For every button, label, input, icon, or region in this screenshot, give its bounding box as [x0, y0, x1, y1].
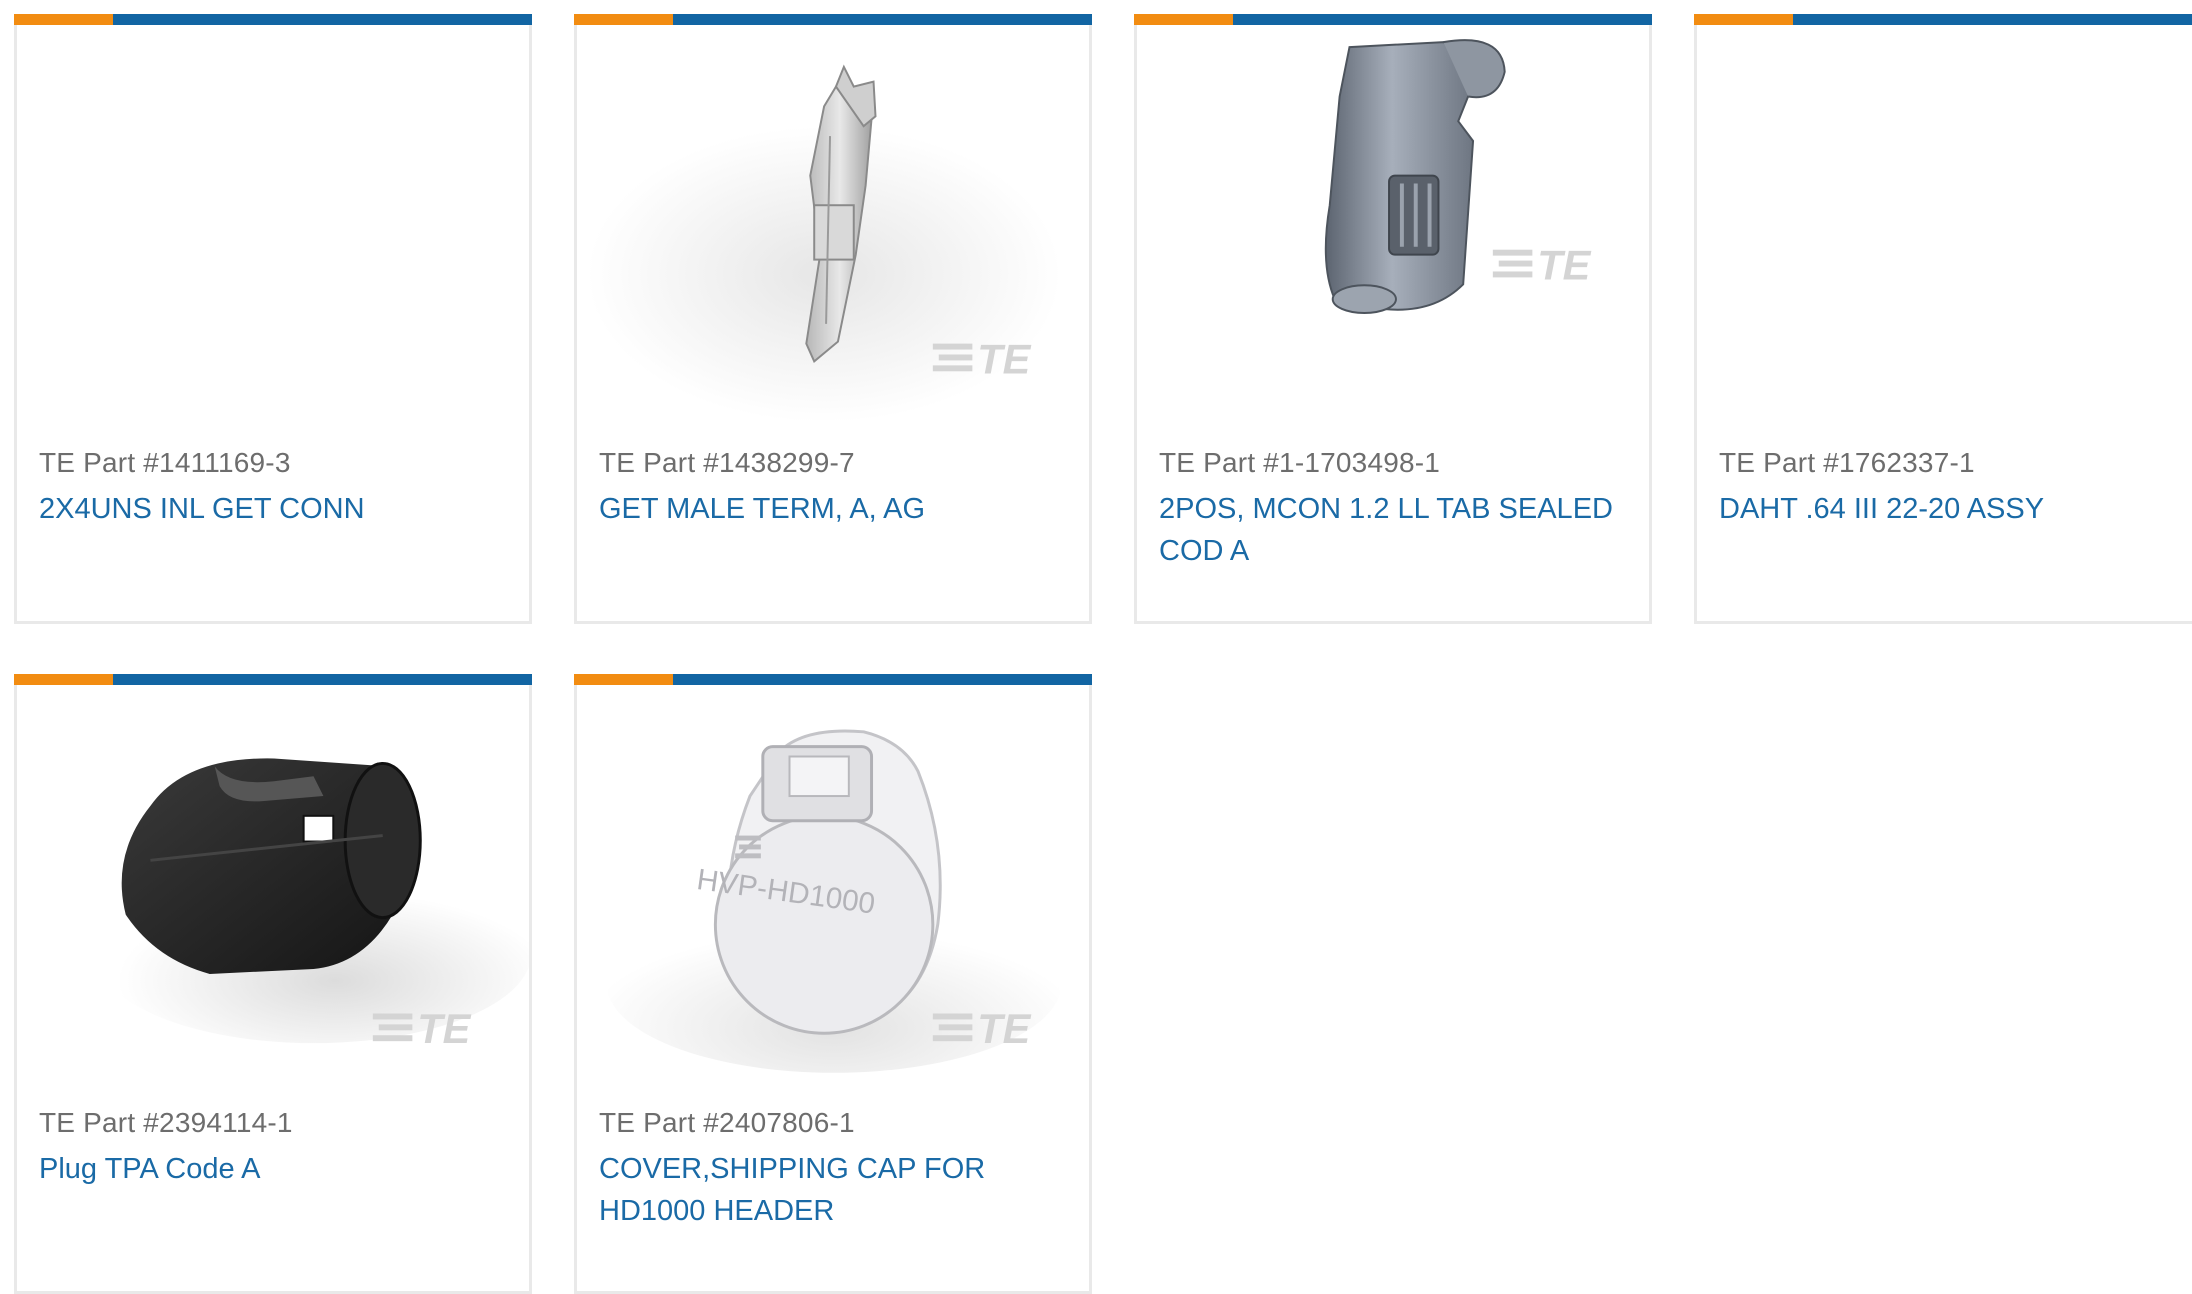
card-accent-bar	[574, 674, 1092, 685]
product-image[interactable]: TE	[17, 685, 529, 1085]
terminal-pin-image: TE	[586, 64, 1062, 423]
product-card[interactable]: TE TE Part #1-1703498-1 2POS, MCON 1.2 L…	[1134, 14, 1652, 624]
product-title-link[interactable]: GET MALE TERM, A, AG	[599, 488, 1069, 530]
tpa-plug-image: TE	[96, 758, 529, 1052]
part-number: TE Part #1-1703498-1	[1159, 447, 1441, 478]
svg-text:TE: TE	[977, 335, 1031, 382]
shipping-cap-image: HVP-HD1000 TE	[606, 729, 1062, 1073]
product-card[interactable]: TE TE Part #1438299-7 GET MALE TERM, A, …	[574, 14, 1092, 624]
part-number: TE Part #2394114-1	[39, 1107, 293, 1138]
product-title-link[interactable]: COVER,SHIPPING CAP FOR HD1000 HEADER	[599, 1148, 1069, 1232]
product-title-link[interactable]: Plug TPA Code A	[39, 1148, 509, 1190]
card-accent-bar	[14, 14, 532, 25]
product-card[interactable]: TE Part #1762337-1 DAHT .64 III 22-20 AS…	[1694, 14, 2192, 624]
product-image[interactable]: TE	[1137, 25, 1649, 425]
card-accent-bar	[1694, 14, 2192, 25]
part-number: TE Part #1762337-1	[1719, 447, 1975, 478]
product-image-placeholder[interactable]	[1697, 25, 2192, 425]
te-watermark: TE	[1492, 241, 1592, 288]
svg-text:TE: TE	[417, 1005, 471, 1052]
svg-text:TE: TE	[1537, 241, 1591, 288]
product-card[interactable]: HVP-HD1000 TE TE Part #2407806-1 COVER,S…	[574, 674, 1092, 1294]
product-image-placeholder[interactable]	[17, 25, 529, 425]
card-accent-bar	[14, 674, 532, 685]
card-accent-bar	[574, 14, 1092, 25]
sealed-connector-image: TE	[1324, 39, 1592, 314]
part-number: TE Part #1411169-3	[39, 447, 291, 478]
product-title-link[interactable]: 2X4UNS INL GET CONN	[39, 488, 509, 530]
product-card[interactable]: TE TE Part #2394114-1 Plug TPA Code A	[14, 674, 532, 1294]
part-number: TE Part #1438299-7	[599, 447, 855, 478]
card-accent-bar	[1134, 14, 1652, 25]
product-card[interactable]: TE Part #1411169-3 2X4UNS INL GET CONN	[14, 14, 532, 624]
part-number: TE Part #2407806-1	[599, 1107, 855, 1138]
svg-text:TE: TE	[977, 1005, 1031, 1052]
product-title-link[interactable]: DAHT .64 III 22-20 ASSY	[1719, 488, 2189, 530]
product-image[interactable]: TE	[577, 25, 1089, 425]
product-title-link[interactable]: 2POS, MCON 1.2 LL TAB SEALED COD A	[1159, 488, 1629, 572]
product-image[interactable]: HVP-HD1000 TE	[577, 685, 1089, 1085]
